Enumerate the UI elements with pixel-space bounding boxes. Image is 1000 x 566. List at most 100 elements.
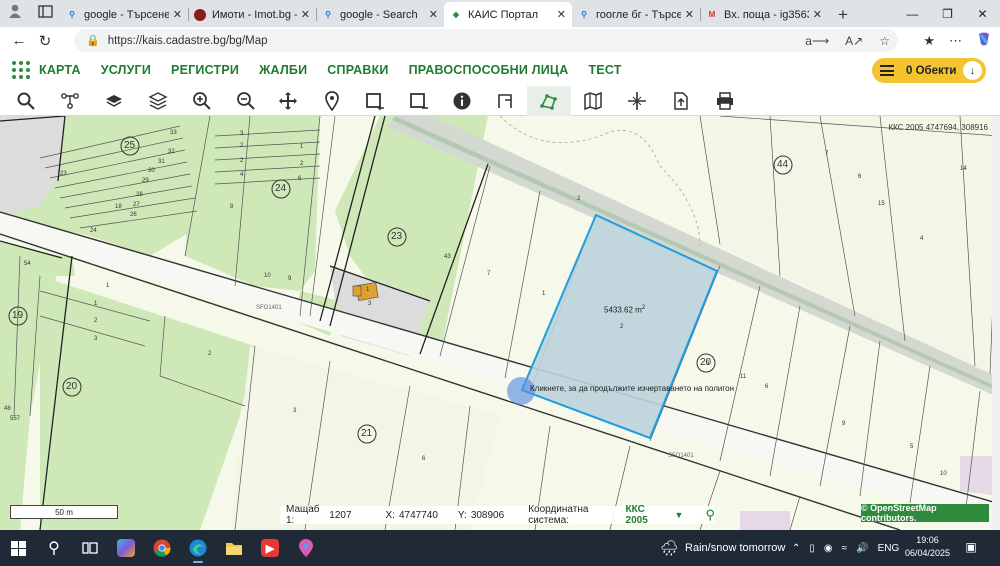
parcel-number: 2 [300,161,304,167]
profile-avatar-icon[interactable] [7,3,23,24]
measure-area-icon[interactable] [527,86,571,116]
copilot-taskbar-icon[interactable] [108,530,144,566]
area-value: 5433.62 m [604,305,642,315]
browser-tab[interactable]: ⚲ гоогле бг - Търсене ✕ [572,2,700,27]
close-tab-icon[interactable]: ✕ [813,8,822,21]
search-icon[interactable]: ⚲ [705,507,715,523]
refresh-button[interactable]: ↻ [32,27,58,54]
parcel-number: 32 [168,149,175,155]
task-view-icon[interactable] [72,530,108,566]
close-tab-icon[interactable]: ✕ [301,8,310,21]
close-tab-icon[interactable]: ✕ [685,8,694,21]
menu-item-references[interactable]: СПРАВКИ [327,63,388,77]
search-icon[interactable] [4,86,48,116]
workspaces-icon[interactable] [38,4,53,23]
map-book-icon[interactable] [571,86,615,116]
volume-icon[interactable]: 🔊 [856,543,868,554]
browser-tab[interactable]: Имоти - Imot.bg - Па ✕ [188,2,316,27]
caret-down-icon[interactable]: ▼ [675,510,684,520]
print-icon[interactable] [703,86,747,116]
browser-tab[interactable]: M Вх. поща - ig3563286 ✕ [700,2,828,27]
favorites-icon[interactable]: ★ [923,33,935,49]
menu-item-test[interactable]: ТЕСТ [588,63,621,77]
parcel-number: 2 [208,351,212,357]
pan-icon[interactable] [266,86,310,116]
language-indicator[interactable]: ENG [878,543,900,554]
copilot-icon[interactable] [976,31,992,50]
layers-icon[interactable] [136,86,180,116]
wifi-icon[interactable]: ≈ [842,543,848,554]
parcel-number: 6 [858,174,862,180]
y-label: Y: [457,509,467,521]
taskbar-search-icon[interactable]: ⚲ [36,530,72,566]
search-icon: ⚲ [581,10,587,19]
browser-tab[interactable]: ⚲ google - Търсене ✕ [60,2,188,27]
menu-item-map[interactable]: КАРТА [39,63,81,77]
parcel-number: 1 [366,287,370,293]
more-menu-icon[interactable]: ⋯ [949,33,962,49]
zoom-in-icon[interactable] [180,86,224,116]
browser-tab[interactable]: ⚲ google - Search ✕ [316,2,444,27]
close-tab-icon[interactable]: ✕ [557,8,566,21]
zoom-out-icon[interactable] [224,86,268,116]
chrome-icon[interactable] [144,530,180,566]
erase-rect-icon[interactable] [397,86,441,116]
hamburger-icon [880,65,894,76]
cs-select[interactable]: ККС 2005 [626,504,665,526]
edge-icon[interactable] [180,530,216,566]
info-icon[interactable] [440,86,484,116]
menu-item-complaints[interactable]: ЖАЛБИ [259,63,307,77]
menu-item-services[interactable]: УСЛУГИ [101,63,151,77]
tree-icon[interactable] [48,86,92,116]
menu-item-licensed-persons[interactable]: ПРАВОСПОСОБНИ ЛИЦА [409,63,569,77]
start-button[interactable] [0,530,36,566]
maps-pin-icon[interactable] [288,530,324,566]
menu-item-registers[interactable]: РЕГИСТРИ [171,63,239,77]
location-pin-icon[interactable] [310,86,354,116]
chevron-up-icon[interactable]: ⌃ [792,543,800,554]
parcel-number: 4 [920,236,924,242]
layer-icon[interactable] [92,86,136,116]
new-tab-button[interactable]: + [828,2,858,27]
back-button[interactable]: ← [6,27,32,54]
weather-widget[interactable]: 🌧 Rain/snow tomorrow [660,530,785,566]
browser-tab-active[interactable]: ◆ КАИС Портал ✕ [444,2,572,27]
coordinate-icon[interactable] [615,86,659,116]
cadastral-map[interactable]: 25 24 23 44 19 20 21 20 33 32 31 30 29 2… [0,116,1000,530]
camera-icon[interactable]: ◉ [824,543,833,554]
close-tab-icon[interactable]: ✕ [173,8,182,21]
close-tab-icon[interactable]: ✕ [429,8,438,21]
maximize-button[interactable]: ❐ [930,0,965,27]
export-icon[interactable] [659,86,703,116]
apps-grid-icon[interactable] [12,61,30,79]
osm-attribution[interactable]: © OpenStreetMap contributors. [861,503,989,523]
battery-icon[interactable]: ▯ [809,543,815,554]
system-tray: ⌃ ▯ ◉ ≈ 🔊 ENG [792,530,899,566]
map-scrollbar[interactable] [992,116,1000,530]
close-window-button[interactable]: ✕ [965,0,1000,27]
url-field[interactable]: 🔒 https://kais.cadastre.bg/bg/Map а⟶ A↗ … [74,29,898,52]
browser-tab-bar: ⚲ google - Търсене ✕ Имоти - Imot.bg - П… [0,0,1000,27]
read-aloud-icon[interactable]: A↗ [845,34,863,48]
search-icon: ⚲ [69,10,75,19]
anydesk-icon[interactable]: ▶ [252,530,288,566]
parcel-number: 9 [842,421,846,427]
parcel-number: 3 [240,131,244,137]
draw-rect-icon[interactable] [353,86,397,116]
minimize-button[interactable]: — [895,0,930,27]
clock[interactable]: 19:06 06/04/2025 [905,534,950,560]
imot-icon [194,8,206,21]
notification-icon[interactable]: ▣ [962,538,980,556]
area-measurement: 5433.62 m2 [604,305,645,315]
file-explorer-icon[interactable] [216,530,252,566]
parcel-number: 31 [158,159,165,165]
map-status-panel: Мащаб 1: 1207 X: 4747740 Y: 308906 Коорд… [280,504,715,526]
measure-distance-icon[interactable] [484,86,528,116]
parcel-number: 14 [960,166,967,172]
objects-button[interactable]: 0 Обекти ↓ [872,58,986,83]
parcel-number: 18 [115,204,122,210]
favorite-star-icon[interactable]: ☆ [879,34,890,48]
rain-snow-icon: 🌧 [660,540,680,557]
translate-icon[interactable]: а⟶ [805,34,829,48]
parcel-number: 33 [170,130,177,136]
